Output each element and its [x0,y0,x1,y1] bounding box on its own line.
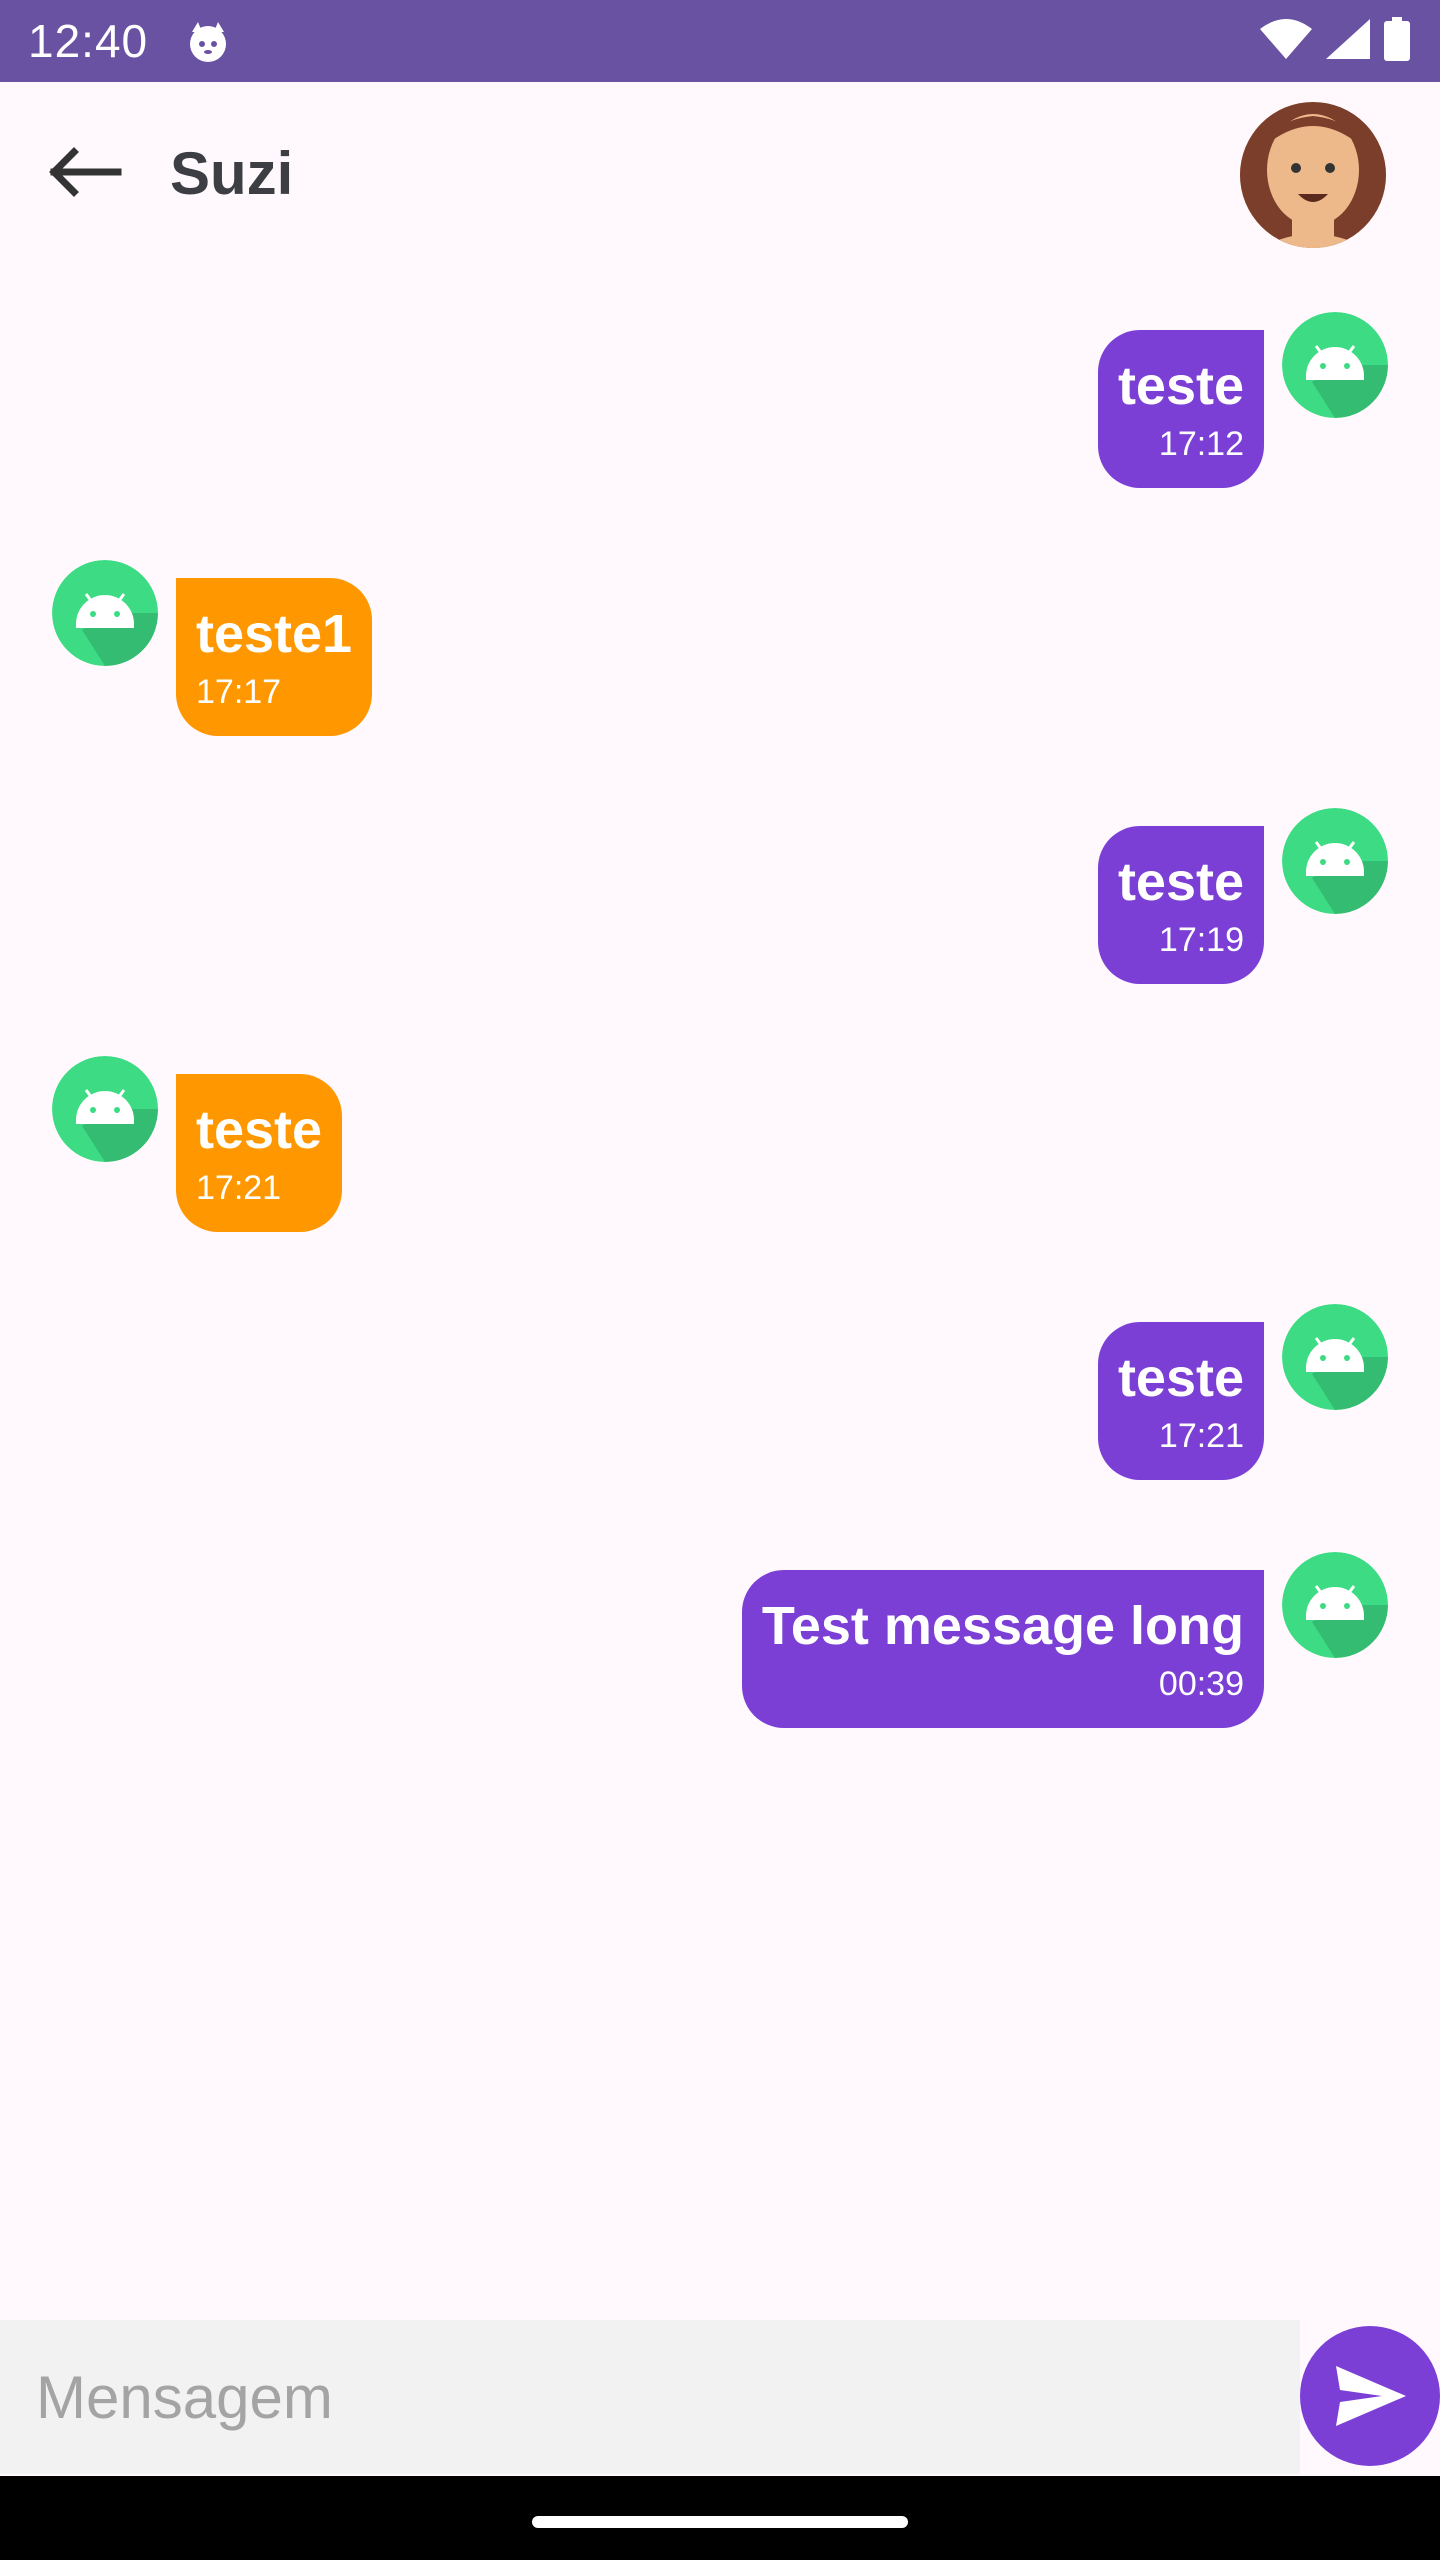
sent-message-bubble[interactable]: teste 17:19 [1097,826,1264,984]
message-time: 17:17 [196,673,282,711]
android-avatar-icon [52,1056,158,1162]
message-text: teste [1117,852,1244,912]
message-time: 17:21 [1158,1417,1244,1455]
received-message-bubble[interactable]: teste1 17:17 [176,578,373,736]
message-list[interactable]: teste 17:12 teste1 17:17 teste 17:19 tes… [0,272,1440,2312]
message-time: 17:19 [1158,921,1244,959]
contact-avatar[interactable] [1240,102,1386,248]
message-time: 17:12 [1158,425,1244,463]
message-row: teste 17:21 [0,1016,1440,1232]
system-navigation-bar [0,2476,1440,2560]
message-row: Test message long 00:39 [0,1512,1440,1728]
android-avatar-icon [1282,808,1388,914]
home-indicator[interactable] [532,2516,908,2528]
message-row: teste1 17:17 [0,520,1440,736]
contact-name: Suzi [170,140,294,207]
message-row: teste 17:19 [0,768,1440,984]
battery-icon [1384,16,1410,66]
status-time: 12:40 [28,15,149,67]
message-row: teste 17:12 [0,272,1440,488]
android-avatar-icon [1282,312,1388,418]
arrow-left-icon [49,147,122,197]
android-avatar-icon [1282,1552,1388,1658]
status-icons [1260,16,1410,66]
android-avatar-icon [1282,1304,1388,1410]
sent-message-bubble[interactable]: teste 17:12 [1097,330,1264,488]
android-avatar-icon [52,560,158,666]
back-button[interactable] [44,142,144,222]
message-text: teste [196,1100,323,1160]
message-input[interactable] [0,2320,1300,2474]
message-text: teste [1117,356,1244,416]
smiling-woman-avatar-icon [1240,102,1386,248]
message-row: teste 17:21 [0,1264,1440,1480]
cat-face-icon [186,20,230,64]
send-icon [1336,2366,1406,2426]
message-text: teste [1117,1348,1244,1408]
sent-message-bubble[interactable]: teste 17:21 [1097,1322,1264,1480]
message-text: Test message long [761,1596,1244,1656]
sent-message-bubble[interactable]: Test message long 00:39 [741,1570,1264,1728]
message-composer [0,2320,1440,2476]
received-message-bubble[interactable]: teste 17:21 [176,1074,343,1232]
send-button[interactable] [1300,2326,1440,2466]
chat-header: Suzi [0,82,1440,272]
cellular-signal-icon [1326,18,1370,64]
message-time: 00:39 [1158,1665,1244,1703]
message-time: 17:21 [196,1169,282,1207]
message-text: teste1 [196,604,353,664]
wifi-icon [1260,18,1312,64]
status-bar: 12:40 [0,0,1440,82]
